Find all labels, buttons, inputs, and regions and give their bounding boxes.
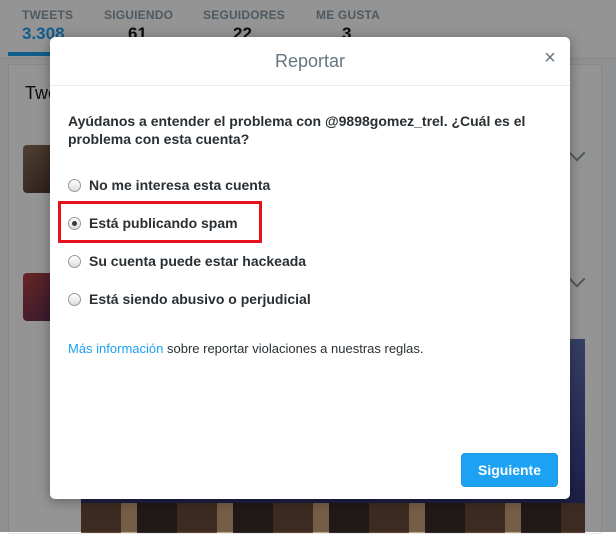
highlight-box xyxy=(58,201,262,243)
info-rest-text: sobre reportar violaciones a nuestras re… xyxy=(163,341,424,356)
dialog-title: Reportar xyxy=(274,51,346,71)
radio-button[interactable] xyxy=(68,254,81,268)
option-label: No me interesa esta cuenta xyxy=(89,177,271,193)
close-icon[interactable]: × xyxy=(542,48,558,68)
option-label: Está siendo abusivo o perjudicial xyxy=(89,291,311,307)
radio-button[interactable] xyxy=(68,292,81,306)
radio-button[interactable] xyxy=(68,178,81,192)
next-button[interactable]: Siguiente xyxy=(461,453,558,487)
more-info-link[interactable]: Más información xyxy=(68,341,163,356)
option-abusive[interactable]: Está siendo abusivo o perjudicial xyxy=(68,289,311,309)
option-hacked[interactable]: Su cuenta puede estar hackeada xyxy=(68,251,306,271)
option-not-interested[interactable]: No me interesa esta cuenta xyxy=(68,175,270,195)
report-question: Ayúdanos a entender el problema con @989… xyxy=(68,113,526,147)
dialog-header: Reportar × xyxy=(50,37,570,86)
info-text: Más información sobre reportar violacion… xyxy=(68,341,424,356)
report-dialog: Reportar × Ayúdanos a entender el proble… xyxy=(50,37,570,499)
option-label: Su cuenta puede estar hackeada xyxy=(89,253,307,269)
